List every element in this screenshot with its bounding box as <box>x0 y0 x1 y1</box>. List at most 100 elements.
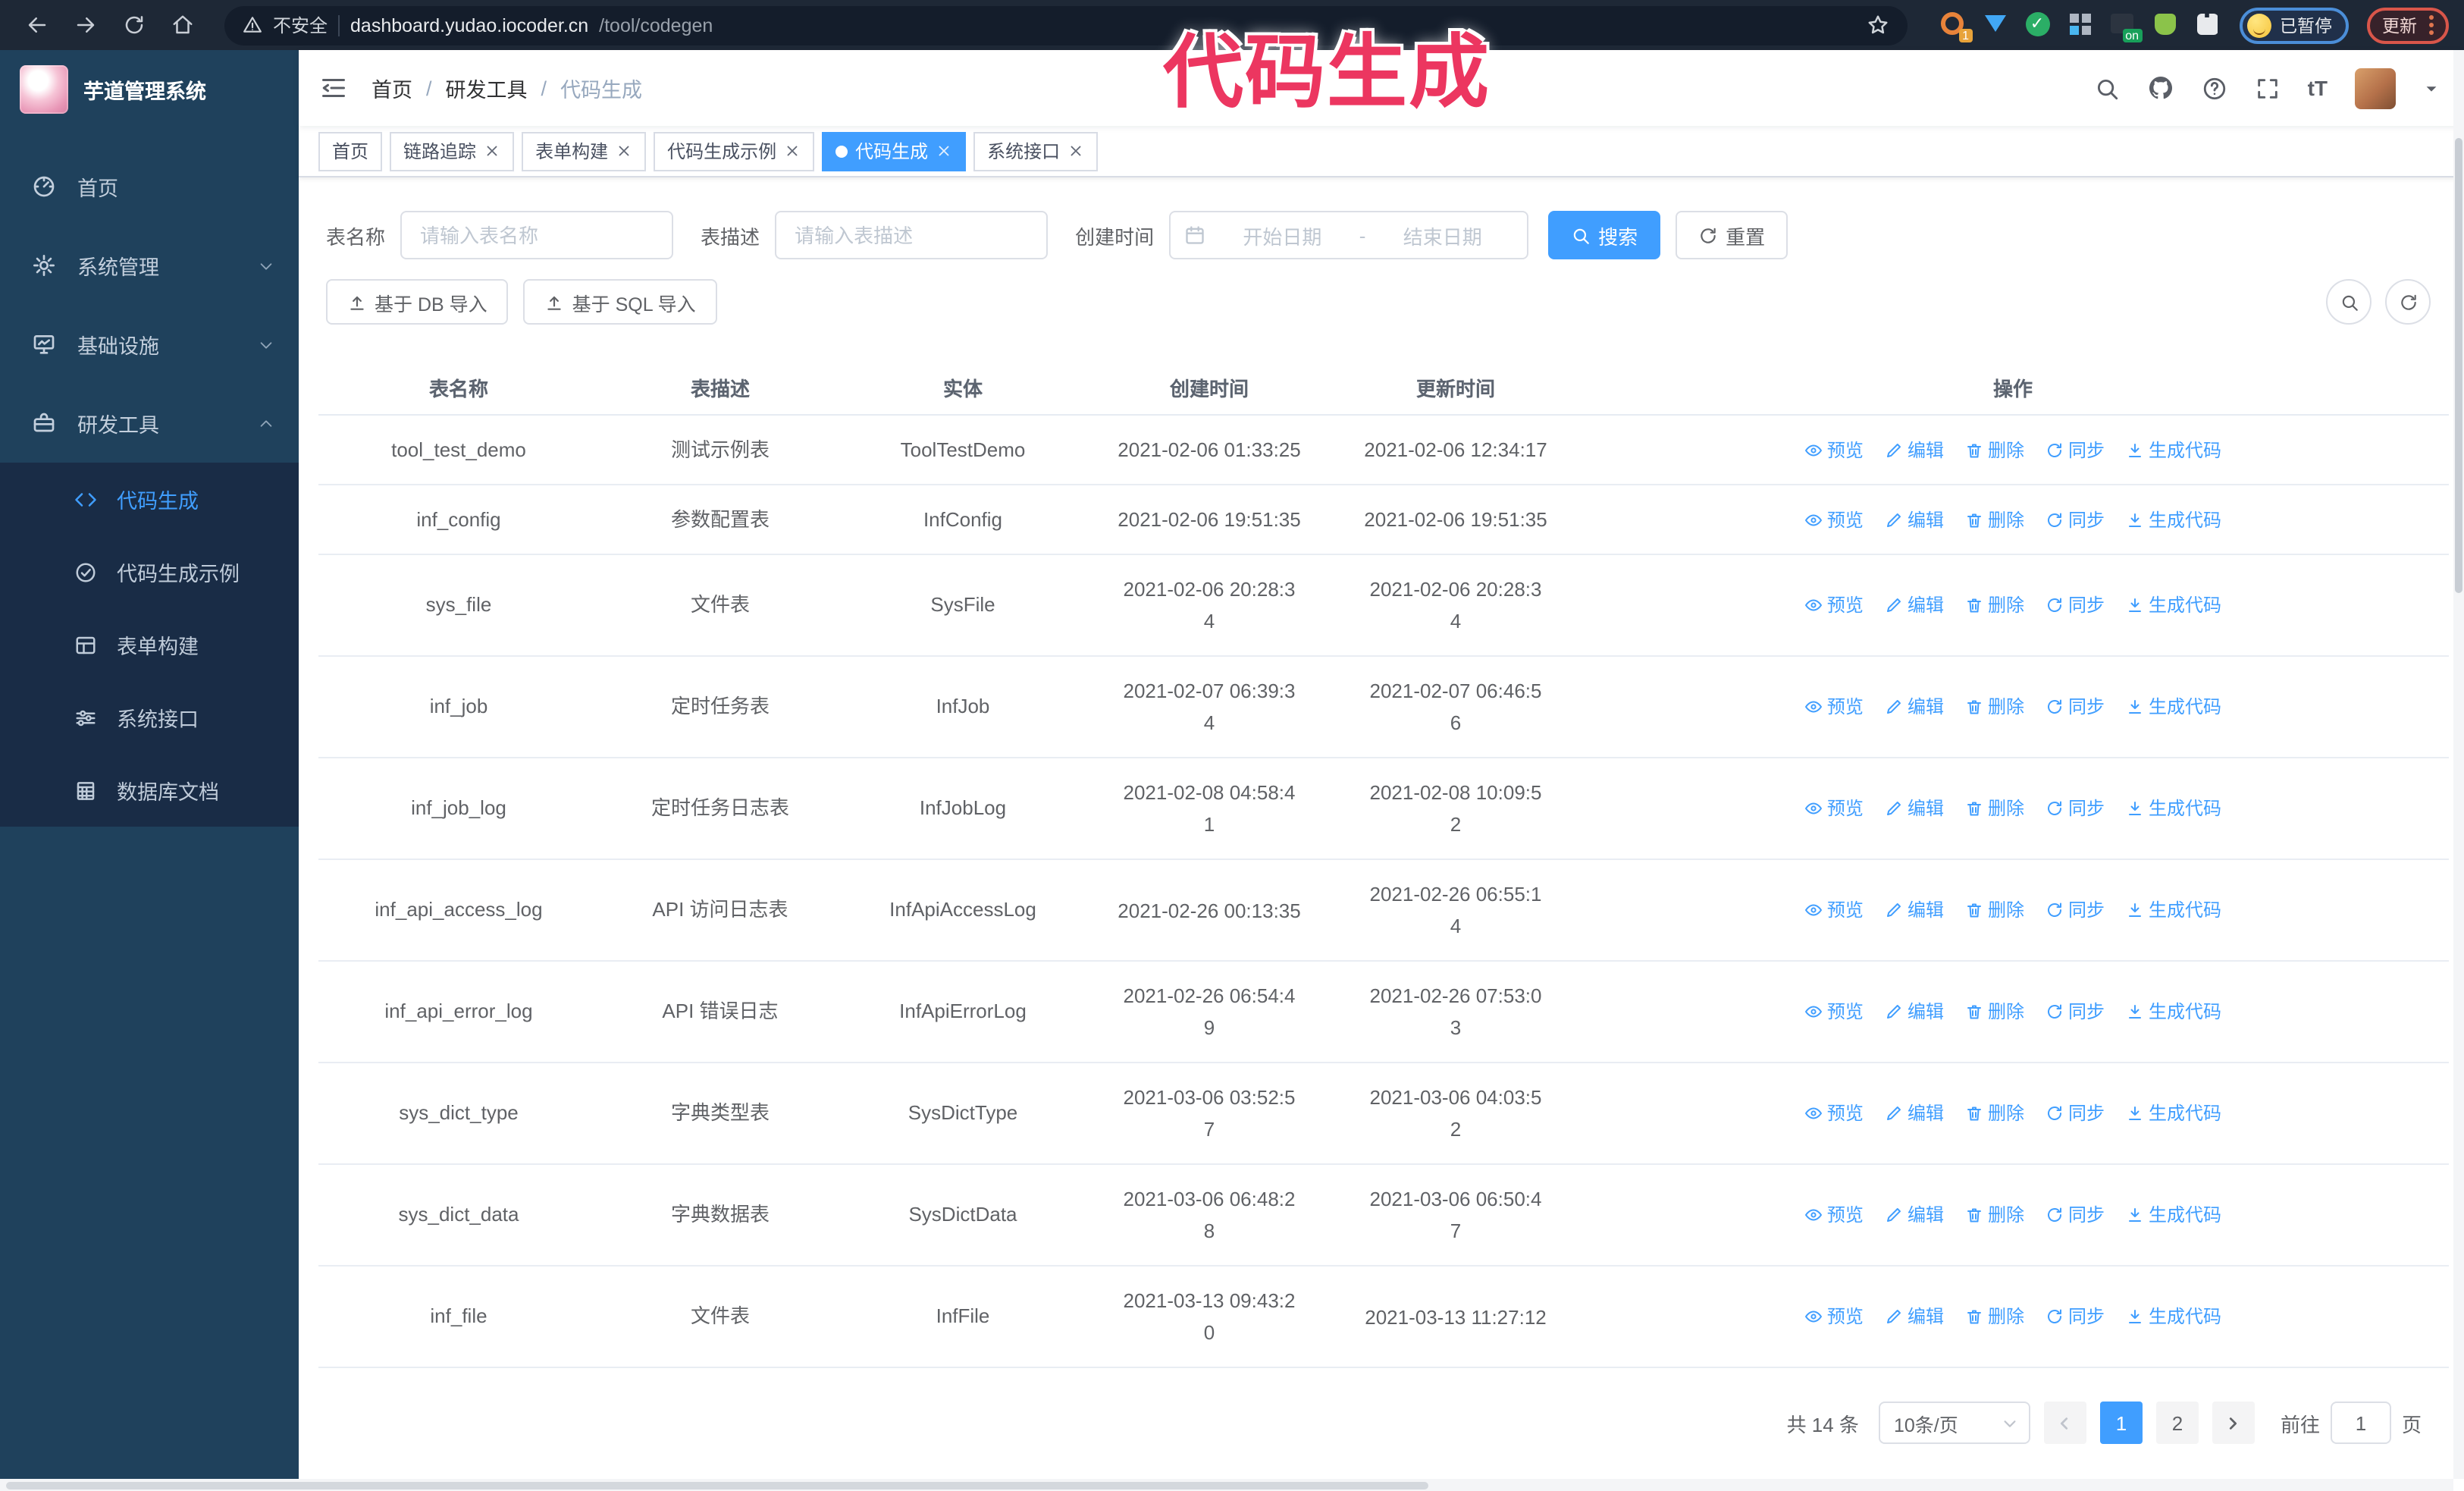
header-search-icon[interactable] <box>2094 75 2120 101</box>
page-button-2[interactable]: 2 <box>2155 1402 2199 1444</box>
next-page-button[interactable] <box>2212 1402 2255 1444</box>
generate-code-link[interactable]: 生成代码 <box>2126 1200 2221 1230</box>
preview-link[interactable]: 预览 <box>1804 895 1864 925</box>
edit-link[interactable]: 编辑 <box>1885 997 1944 1027</box>
sync-link[interactable]: 同步 <box>2045 793 2105 824</box>
extension-gem-icon[interactable] <box>1983 12 2008 38</box>
close-icon[interactable] <box>616 143 632 159</box>
sidebar-item-db-doc[interactable]: 数据库文档 <box>0 754 299 827</box>
goto-page-input[interactable] <box>2330 1402 2391 1444</box>
tab-home[interactable]: 首页 <box>318 131 383 171</box>
tab-trace[interactable]: 链路追踪 <box>390 131 515 171</box>
sync-link[interactable]: 同步 <box>2045 895 2105 925</box>
delete-link[interactable]: 删除 <box>1965 435 2024 465</box>
delete-link[interactable]: 删除 <box>1965 1301 2024 1332</box>
sidebar-item-devtools[interactable]: 研发工具 <box>0 384 299 463</box>
tab-codegen[interactable]: 代码生成 <box>822 131 967 171</box>
generate-code-link[interactable]: 生成代码 <box>2126 435 2221 465</box>
horizontal-scrollbar[interactable] <box>0 1479 2453 1491</box>
sidebar-item-system[interactable]: 系统管理 <box>0 226 299 305</box>
table-name-input[interactable] <box>400 211 674 259</box>
sync-link[interactable]: 同步 <box>2045 1200 2105 1230</box>
import-db-button[interactable]: 基于 DB 导入 <box>326 279 509 325</box>
edit-link[interactable]: 编辑 <box>1885 692 1944 722</box>
refresh-table-button[interactable] <box>2385 279 2431 325</box>
preview-link[interactable]: 预览 <box>1804 1301 1864 1332</box>
extension-robot-icon[interactable] <box>2152 12 2178 38</box>
sync-link[interactable]: 同步 <box>2045 590 2105 620</box>
preview-link[interactable]: 预览 <box>1804 997 1864 1027</box>
breadcrumb-home[interactable]: 首页 <box>371 73 412 103</box>
create-time-range-picker[interactable]: 开始日期 - 结束日期 <box>1169 211 1529 259</box>
import-sql-button[interactable]: 基于 SQL 导入 <box>523 279 717 325</box>
toggle-search-button[interactable] <box>2326 279 2372 325</box>
sidebar-item-form-builder[interactable]: 表单构建 <box>0 608 299 681</box>
extensions-puzzle-icon[interactable] <box>2195 12 2221 38</box>
address-bar[interactable]: 不安全 dashboard.yudao.iocoder.cn/tool/code… <box>224 5 1907 45</box>
generate-code-link[interactable]: 生成代码 <box>2126 997 2221 1027</box>
avatar-caret-down-icon[interactable] <box>2423 80 2440 96</box>
search-button[interactable]: 搜索 <box>1548 211 1661 259</box>
edit-link[interactable]: 编辑 <box>1885 590 1944 620</box>
sidebar-item-codegen-example[interactable]: 代码生成示例 <box>0 535 299 608</box>
edit-link[interactable]: 编辑 <box>1885 793 1944 824</box>
extension-on-badge-icon[interactable]: on <box>2110 12 2142 42</box>
sidebar-collapse-button[interactable] <box>320 74 347 102</box>
delete-link[interactable]: 删除 <box>1965 793 2024 824</box>
table-desc-input[interactable] <box>775 211 1049 259</box>
preview-link[interactable]: 预览 <box>1804 1200 1864 1230</box>
delete-link[interactable]: 删除 <box>1965 1098 2024 1128</box>
delete-link[interactable]: 删除 <box>1965 692 2024 722</box>
close-icon[interactable] <box>784 143 801 159</box>
app-logo-row[interactable]: 芋道管理系统 <box>0 50 299 129</box>
browser-menu-icon[interactable] <box>2429 15 2434 35</box>
browser-forward-button[interactable] <box>64 4 106 46</box>
generate-code-link[interactable]: 生成代码 <box>2126 793 2221 824</box>
close-icon[interactable] <box>936 143 952 159</box>
preview-link[interactable]: 预览 <box>1804 793 1864 824</box>
edit-link[interactable]: 编辑 <box>1885 1301 1944 1332</box>
user-avatar[interactable] <box>2355 67 2396 108</box>
tab-system-api[interactable]: 系统接口 <box>973 131 1099 171</box>
delete-link[interactable]: 删除 <box>1965 590 2024 620</box>
page-size-select[interactable]: 10条/页 <box>1878 1402 2030 1444</box>
reset-button[interactable]: 重置 <box>1676 211 1788 259</box>
edit-link[interactable]: 编辑 <box>1885 895 1944 925</box>
browser-update-chip[interactable]: 更新 <box>2367 7 2449 43</box>
generate-code-link[interactable]: 生成代码 <box>2126 590 2221 620</box>
extension-ring-icon[interactable]: 1 <box>1940 12 1972 42</box>
sidebar-item-home[interactable]: 首页 <box>0 147 299 226</box>
github-icon[interactable] <box>2147 74 2174 102</box>
browser-reload-button[interactable] <box>112 4 155 46</box>
delete-link[interactable]: 删除 <box>1965 1200 2024 1230</box>
horizontal-scrollbar-thumb[interactable] <box>6 1481 1429 1489</box>
extension-grid-icon[interactable] <box>2067 12 2093 38</box>
vertical-scrollbar[interactable] <box>2453 50 2464 1479</box>
font-size-icon[interactable]: tT <box>2308 76 2328 100</box>
generate-code-link[interactable]: 生成代码 <box>2126 895 2221 925</box>
page-button-1[interactable]: 1 <box>2099 1402 2143 1444</box>
extension-check-icon[interactable]: ✓ <box>2025 12 2051 38</box>
generate-code-link[interactable]: 生成代码 <box>2126 692 2221 722</box>
sync-link[interactable]: 同步 <box>2045 1098 2105 1128</box>
generate-code-link[interactable]: 生成代码 <box>2126 504 2221 535</box>
tab-codegen-example[interactable]: 代码生成示例 <box>654 131 815 171</box>
sync-link[interactable]: 同步 <box>2045 504 2105 535</box>
generate-code-link[interactable]: 生成代码 <box>2126 1301 2221 1332</box>
tab-form-builder[interactable]: 表单构建 <box>522 131 647 171</box>
delete-link[interactable]: 删除 <box>1965 504 2024 535</box>
sidebar-item-system-api[interactable]: 系统接口 <box>0 681 299 754</box>
sync-link[interactable]: 同步 <box>2045 435 2105 465</box>
help-icon[interactable] <box>2202 75 2227 101</box>
sync-link[interactable]: 同步 <box>2045 997 2105 1027</box>
preview-link[interactable]: 预览 <box>1804 590 1864 620</box>
edit-link[interactable]: 编辑 <box>1885 504 1944 535</box>
breadcrumb-devtools[interactable]: 研发工具 <box>446 73 528 103</box>
preview-link[interactable]: 预览 <box>1804 504 1864 535</box>
fullscreen-icon[interactable] <box>2255 75 2281 101</box>
prev-page-button[interactable] <box>2043 1402 2086 1444</box>
browser-back-button[interactable] <box>15 4 58 46</box>
preview-link[interactable]: 预览 <box>1804 435 1864 465</box>
delete-link[interactable]: 删除 <box>1965 997 2024 1027</box>
sidebar-item-codegen[interactable]: 代码生成 <box>0 463 299 535</box>
